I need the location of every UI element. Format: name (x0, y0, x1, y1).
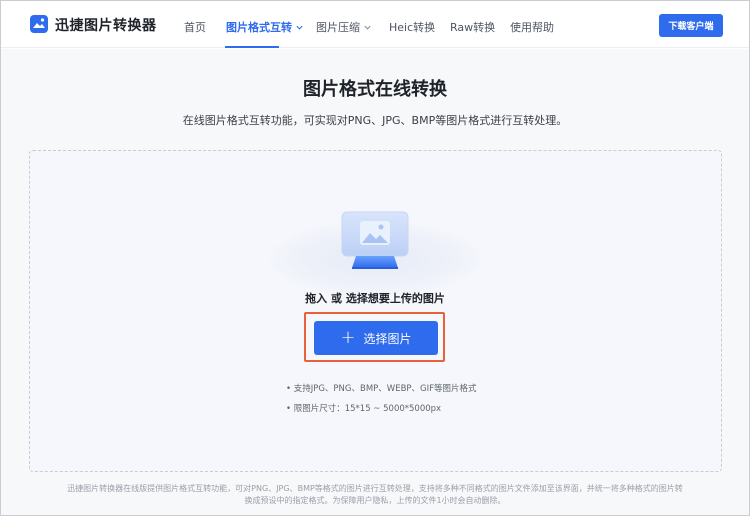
nav-help-label: 使用帮助 (510, 21, 554, 34)
select-image-button[interactable]: + 选择图片 (314, 321, 438, 355)
nav-help[interactable]: 使用帮助 (510, 19, 554, 35)
nav-home[interactable]: 首页 (184, 19, 206, 35)
nav-raw[interactable]: Raw转换 (450, 19, 495, 35)
nav-home-label: 首页 (184, 21, 206, 34)
footer-note: 迅捷图片转换器在线版提供图片格式互转功能，可对PNG、JPG、BMP等格式的图片… (40, 483, 710, 507)
requirement-formats: • 支持JPG、PNG、BMP、WEBP、GIF等图片格式 (286, 384, 477, 394)
image-upload-illustration-icon (341, 211, 409, 269)
plus-icon: + (340, 327, 356, 348)
requirement-size: • 限图片尺寸：15*15 ~ 5000*5000px (286, 404, 442, 414)
active-nav-underline (225, 46, 279, 48)
download-client-button[interactable]: 下载客户端 (659, 14, 723, 37)
nav-heic-label: Heic转换 (389, 21, 436, 34)
chevron-down-icon (296, 25, 303, 30)
nav-format-convert-label: 图片格式互转 (226, 21, 292, 34)
page-title: 图片格式在线转换 (303, 79, 447, 100)
page-subtitle: 在线图片格式互转功能，可实现对PNG、JPG、BMP等图片格式进行互转处理。 (182, 114, 568, 127)
select-image-label: 选择图片 (363, 331, 412, 346)
drop-hint-text: 拖入 或 选择想要上传的图片 (305, 292, 445, 305)
nav-raw-label: Raw转换 (450, 21, 496, 34)
upload-dropzone[interactable] (29, 150, 722, 472)
nav-format-convert[interactable]: 图片格式互转 (226, 19, 304, 35)
chevron-down-icon (364, 25, 371, 30)
nav-heic[interactable]: Heic转换 (389, 19, 435, 35)
nav-compress-label: 图片压缩 (316, 21, 360, 34)
footer-line-2: 换成预设中的指定格式。为保障用户隐私，上传的文件1小时会自动删除。 (244, 496, 506, 505)
nav-compress[interactable]: 图片压缩 (316, 19, 372, 35)
app-logo-icon[interactable] (29, 14, 49, 34)
footer-line-1: 迅捷图片转换器在线版提供图片格式互转功能，可对PNG、JPG、BMP等格式的图片… (67, 484, 683, 493)
brand-name[interactable]: 迅捷图片转换器 (55, 15, 157, 35)
top-header: 迅捷图片转换器 首页 图片格式互转 图片压缩 Heic转换 Raw转换 使用帮助… (1, 1, 749, 48)
